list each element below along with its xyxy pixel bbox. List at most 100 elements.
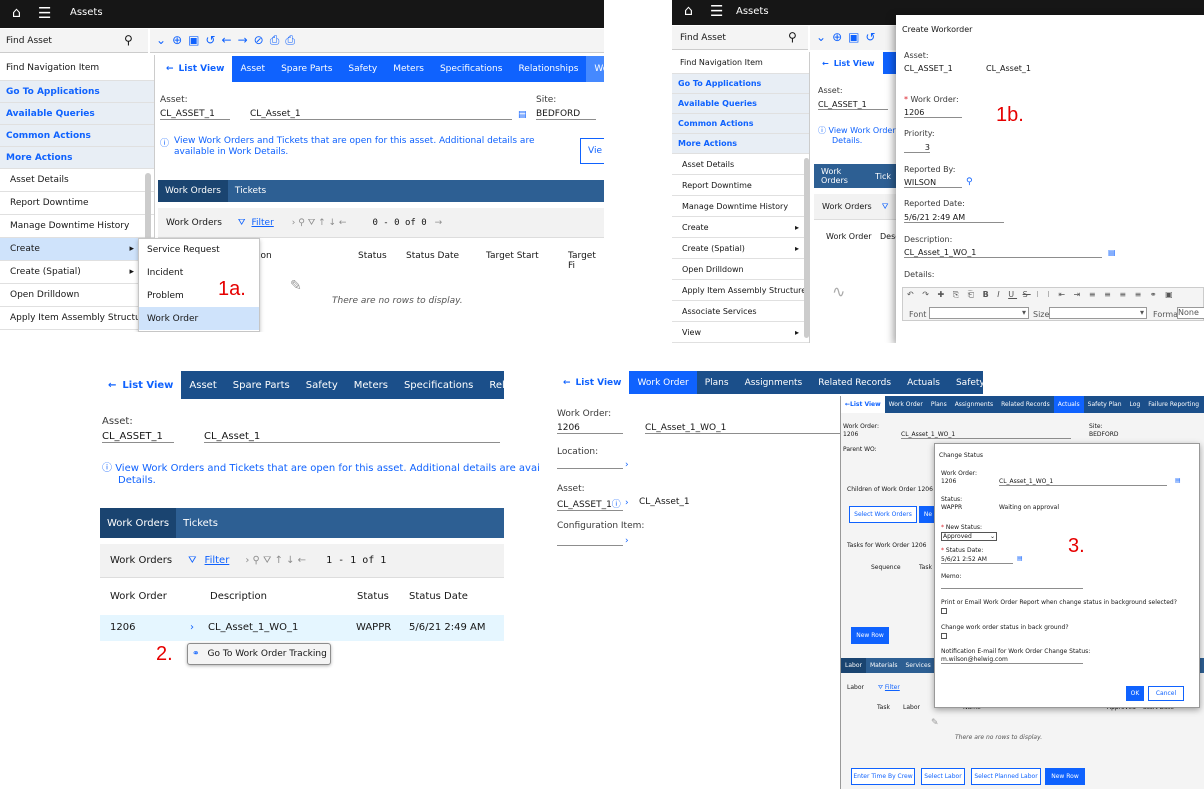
dialog-wo-detail-icon[interactable]: ▤: [1175, 477, 1181, 484]
filter-icon[interactable]: ⛛: [878, 684, 885, 691]
section-more-actions[interactable]: More Actions: [672, 134, 809, 154]
tab-spare-parts[interactable]: Spare Parts: [273, 56, 340, 82]
save-icon[interactable]: ▣: [188, 33, 205, 47]
menu-item-apply-assembly[interactable]: Apply Item Assembly Structure: [672, 280, 809, 301]
list-view-tab[interactable]: ← List View: [555, 371, 630, 394]
menu-icon[interactable]: ☰: [38, 4, 51, 22]
sub-tab-work-orders[interactable]: Work Orders: [814, 164, 868, 188]
add-icon[interactable]: ⊕: [172, 33, 188, 47]
tab-specifications[interactable]: Specifications: [432, 56, 510, 82]
mini-list-view-tab[interactable]: ← List View: [841, 396, 885, 413]
forward-icon[interactable]: →: [238, 33, 254, 47]
print-icon[interactable]: ⎙: [270, 33, 286, 47]
print-checkbox[interactable]: [941, 608, 947, 614]
menu-item-create-spatial[interactable]: Create (Spatial) ▸: [0, 261, 154, 284]
home-icon[interactable]: ⌂: [12, 5, 21, 21]
description-field[interactable]: CL_Asset_1_WO_1: [904, 248, 1102, 258]
section-available-queries[interactable]: Available Queries: [672, 94, 809, 114]
long-description-icon[interactable]: ▤: [1108, 248, 1116, 257]
tab-plans[interactable]: Plans: [697, 371, 737, 394]
tab-related-records[interactable]: Related Records: [810, 371, 899, 394]
mini-tab-actuals[interactable]: Actuals: [1053, 396, 1084, 413]
list-view-tab[interactable]: ← List View: [158, 56, 233, 82]
sub-tab-tickets[interactable]: Tick: [868, 164, 898, 188]
tab-specifications[interactable]: Specifications: [396, 371, 481, 399]
chevron-right-icon[interactable]: ›: [625, 498, 629, 508]
mini-tab-failure-reporting[interactable]: Failure Reporting: [1144, 396, 1203, 413]
menu-item-asset-details[interactable]: Asset Details: [0, 169, 154, 192]
sub-tab-tickets[interactable]: Tickets: [176, 508, 225, 538]
back-icon[interactable]: ←: [222, 33, 238, 47]
tab-asset[interactable]: Asset: [181, 371, 224, 399]
priority-field[interactable]: 3: [904, 143, 930, 153]
menu-item-view[interactable]: View ▸: [672, 322, 809, 343]
table-row[interactable]: 1206 › CL_Asset_1_WO_1 WAPPR 5/6/21 2:49…: [100, 615, 504, 641]
mini-tab-related-records[interactable]: Related Records: [997, 396, 1054, 413]
select-work-orders-button[interactable]: Select Work Orders: [849, 506, 917, 523]
view-button[interactable]: Vie: [580, 138, 604, 164]
formatting-icons[interactable]: ↶ ↷ ✚ ⎘ ⎗ B I U S ⁝ ⁝ ⇤ ⇥ ≡ ≡ ≡ ≡ ⚭ ▣: [907, 290, 1176, 300]
undo-icon[interactable]: ↺: [205, 33, 221, 47]
print-alt-icon[interactable]: ⎙: [285, 33, 301, 47]
reported-date-field[interactable]: 5/6/21 2:49 AM: [904, 213, 1004, 223]
format-select[interactable]: None: [1177, 307, 1204, 319]
asset-id-field[interactable]: CL_ASSET_1: [102, 431, 174, 443]
chevron-down-icon[interactable]: ⌄: [156, 33, 172, 47]
tab-work[interactable]: Work: [586, 56, 604, 82]
mini-tab-plans[interactable]: Plans: [927, 396, 951, 413]
mini-tab-work-order[interactable]: Work Order: [885, 396, 927, 413]
find-nav-item[interactable]: Find Navigation Item: [0, 55, 154, 81]
enter-time-by-crew-button[interactable]: Enter Time By Crew: [851, 768, 915, 785]
tab-safety[interactable]: Safety: [298, 371, 346, 399]
tab-relationships[interactable]: Relat: [481, 371, 504, 399]
tab-safety-plan[interactable]: Safety Plan: [948, 371, 983, 394]
tab-safety[interactable]: Safety: [340, 56, 385, 82]
search-icon[interactable]: ⚲: [124, 33, 133, 47]
go-to-tooltip[interactable]: ⚭ Go To Work Order Tracking: [187, 643, 331, 665]
new-status-select[interactable]: Approved ⌄: [941, 532, 997, 541]
select-labor-button[interactable]: Select Labor: [921, 768, 965, 785]
work-order-field[interactable]: 1206: [557, 423, 623, 434]
work-order-field[interactable]: 1206: [904, 108, 962, 118]
status-date-field[interactable]: 5/6/21 2:52 AM: [941, 556, 1013, 564]
tab-meters[interactable]: Meters: [385, 56, 432, 82]
menu-item-manage-downtime[interactable]: Manage Downtime History: [0, 215, 154, 238]
menu-item-open-drilldown[interactable]: Open Drilldown: [672, 259, 809, 280]
filter-link[interactable]: Filter: [885, 684, 900, 691]
chevron-right-icon[interactable]: ›: [190, 622, 194, 633]
find-nav-item[interactable]: Find Navigation Item: [672, 52, 809, 74]
section-common-actions[interactable]: Common Actions: [672, 114, 809, 134]
filter-link[interactable]: Filter: [205, 555, 230, 566]
select-planned-labor-button[interactable]: Select Planned Labor: [971, 768, 1041, 785]
location-field[interactable]: [557, 459, 623, 469]
undo-icon[interactable]: ↺: [865, 30, 881, 44]
menu-item-manage-downtime[interactable]: Manage Downtime History: [672, 196, 809, 217]
filter-link[interactable]: Filter: [251, 218, 273, 228]
chevron-right-icon[interactable]: ›: [625, 460, 629, 470]
cancel-button[interactable]: Cancel: [1148, 686, 1184, 701]
add-icon[interactable]: ⊕: [832, 30, 848, 44]
save-icon[interactable]: ▣: [848, 30, 865, 44]
tab-asset[interactable]: Asset: [232, 56, 273, 82]
mini-tab-log[interactable]: Log: [1126, 396, 1145, 413]
section-more-actions[interactable]: More Actions: [0, 147, 154, 169]
mini-tab-assignments[interactable]: Assignments: [951, 396, 997, 413]
filter-icon[interactable]: ⛛: [882, 202, 889, 212]
labor-tab-labor[interactable]: Labor: [841, 658, 866, 673]
menu-item-asset-details[interactable]: Asset Details: [672, 154, 809, 175]
find-asset-field[interactable]: Find Asset ⚲: [0, 29, 148, 53]
config-item-field[interactable]: [557, 536, 623, 546]
workflow-icon[interactable]: ⊘: [254, 33, 270, 47]
section-available-queries[interactable]: Available Queries: [0, 103, 154, 125]
chevron-down-icon[interactable]: ⌄: [816, 30, 832, 44]
next-arrow-icon[interactable]: →: [435, 218, 443, 228]
ok-button[interactable]: OK: [1126, 686, 1144, 701]
notification-field[interactable]: m.wilson@helwig.com: [941, 656, 1083, 664]
tab-work-order[interactable]: Work Order: [629, 371, 697, 394]
list-view-tab[interactable]: ← List View: [814, 52, 883, 74]
find-asset-field[interactable]: Find Asset ⚲: [672, 26, 808, 50]
tab-relationships[interactable]: Relationships: [510, 56, 586, 82]
asset-desc-field[interactable]: CL_Asset_1: [250, 109, 512, 120]
menu-item-create[interactable]: Create ▸: [672, 217, 809, 238]
menu-item-create-spatial[interactable]: Create (Spatial) ▸: [672, 238, 809, 259]
